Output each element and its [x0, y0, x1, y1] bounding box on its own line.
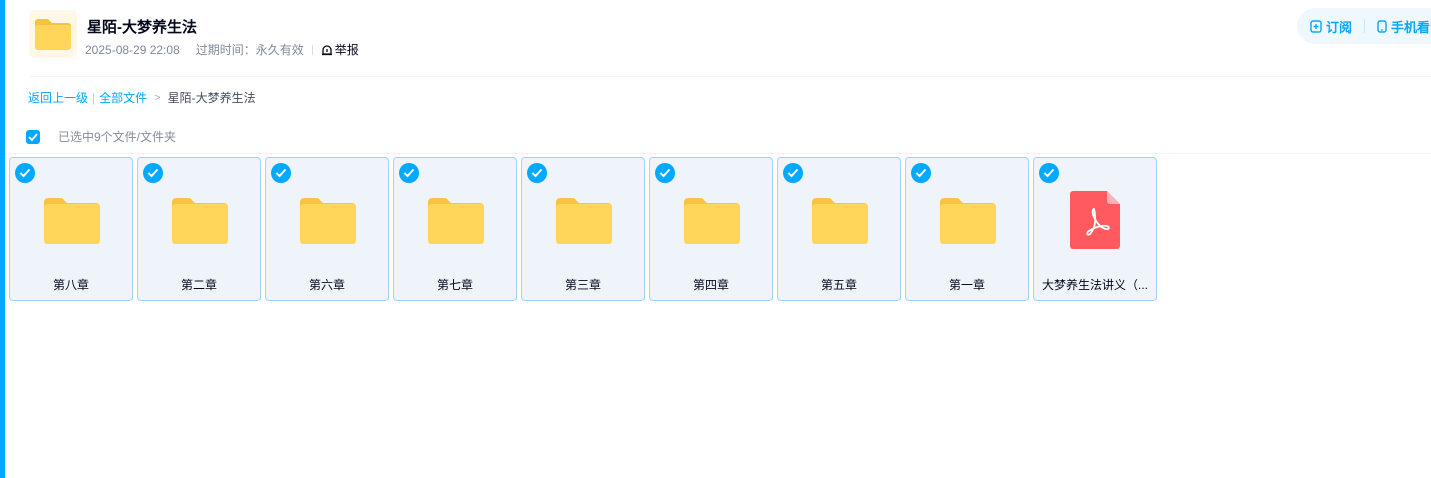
file-name: 第六章	[308, 278, 345, 292]
selected-check-icon[interactable]	[271, 163, 291, 183]
folder-icon	[44, 198, 100, 244]
subscribe-button[interactable]: 订阅	[1310, 17, 1352, 36]
breadcrumb-separator: |	[92, 90, 96, 105]
action-divider	[1364, 19, 1366, 33]
folder-icon	[812, 198, 868, 244]
selection-status: 已选中9个文件/文件夹	[58, 130, 177, 144]
folder-tile[interactable]: 第七章	[393, 157, 517, 301]
alert-icon	[321, 44, 332, 55]
selected-check-icon[interactable]	[783, 163, 803, 183]
selected-check-icon[interactable]	[911, 163, 931, 183]
file-name: 第一章	[948, 278, 985, 292]
file-name: 第三章	[564, 278, 601, 292]
file-grid: 第八章 第二章 第六章 第七章 第三章 第四章 第五章 第一章 大梦养生法讲义（...	[9, 157, 1161, 301]
toolbar-divider	[5, 153, 1431, 154]
selected-check-icon[interactable]	[1039, 163, 1059, 183]
share-header: 星陌-大梦养生法 2025-08-29 22:08 过期时间：永久有效 举报	[29, 10, 1431, 70]
left-accent-bar	[0, 0, 5, 478]
folder-tile[interactable]: 第三章	[521, 157, 645, 301]
header-actions: 订阅 手机看	[1297, 8, 1431, 44]
breadcrumb-all-files-link[interactable]: 全部文件	[99, 89, 147, 106]
file-name: 大梦养生法讲义（...	[1041, 278, 1148, 292]
subscribe-label: 订阅	[1326, 19, 1353, 35]
breadcrumb: 返回上一级 | 全部文件 > 星陌-大梦养生法	[28, 89, 256, 106]
header-divider	[29, 76, 1431, 77]
pdf-icon	[1070, 191, 1120, 249]
folder-tile[interactable]: 第八章	[9, 157, 133, 301]
folder-tile[interactable]: 第六章	[265, 157, 389, 301]
share-expiry: 过期时间：永久有效	[195, 43, 304, 57]
selected-check-icon[interactable]	[399, 163, 419, 183]
chevron-right-icon: >	[154, 91, 161, 104]
selected-check-icon[interactable]	[655, 163, 675, 183]
folder-icon	[556, 198, 612, 244]
subscribe-icon	[1310, 19, 1322, 33]
share-meta: 2025-08-29 22:08 过期时间：永久有效 举报	[85, 41, 359, 58]
file-tile-pdf[interactable]: 大梦养生法讲义（...	[1033, 157, 1157, 301]
meta-divider	[311, 44, 313, 55]
file-name: 第七章	[436, 278, 473, 292]
select-all-checkbox[interactable]	[26, 129, 40, 144]
selected-check-icon[interactable]	[527, 163, 547, 183]
report-button[interactable]: 举报	[321, 41, 359, 58]
folder-tile[interactable]: 第二章	[137, 157, 261, 301]
selection-bar: 已选中9个文件/文件夹	[26, 128, 176, 145]
folder-icon	[29, 10, 77, 58]
file-name: 第二章	[180, 278, 217, 292]
report-label: 举报	[334, 43, 359, 57]
folder-icon	[940, 198, 996, 244]
selected-check-icon[interactable]	[15, 163, 35, 183]
share-time: 2025-08-29 22:08	[85, 42, 180, 57]
selected-check-icon[interactable]	[143, 163, 163, 183]
folder-icon	[300, 198, 356, 244]
file-name: 第四章	[692, 278, 729, 292]
folder-icon	[428, 198, 484, 244]
mobile-view-label: 手机看	[1391, 19, 1431, 35]
breadcrumb-current: 星陌-大梦养生法	[167, 91, 256, 105]
breadcrumb-back-link[interactable]: 返回上一级	[28, 89, 88, 106]
folder-icon	[684, 198, 740, 244]
file-name: 第五章	[820, 278, 857, 292]
share-title: 星陌-大梦养生法	[87, 19, 197, 36]
mobile-view-button[interactable]: 手机看	[1377, 17, 1430, 36]
folder-tile[interactable]: 第四章	[649, 157, 773, 301]
file-name: 第八章	[52, 278, 89, 292]
folder-tile[interactable]: 第一章	[905, 157, 1029, 301]
checkmark-icon	[28, 132, 38, 141]
folder-icon	[172, 198, 228, 244]
phone-icon	[1377, 19, 1387, 33]
folder-tile[interactable]: 第五章	[777, 157, 901, 301]
